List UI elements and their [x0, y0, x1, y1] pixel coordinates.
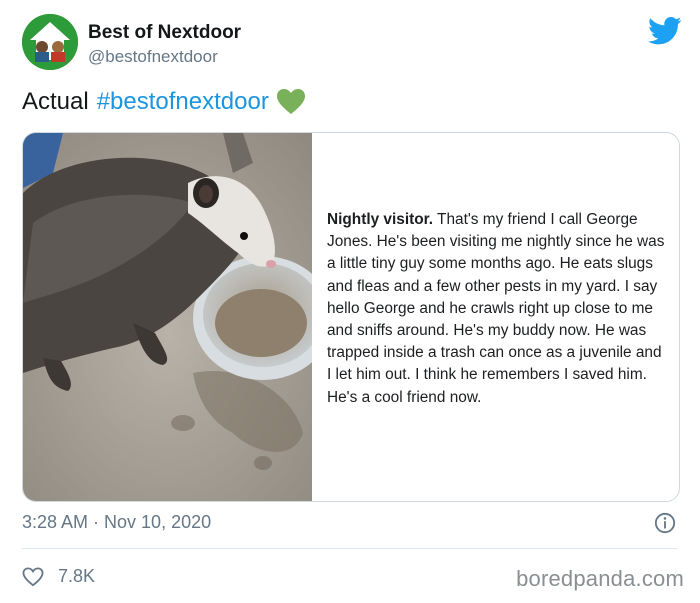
opossum-image [23, 133, 312, 501]
nextdoor-house-logo-icon [22, 14, 78, 70]
opossum-photo[interactable] [23, 133, 312, 501]
boredpanda-watermark: boredpanda.com [516, 566, 684, 591]
info-icon[interactable] [654, 512, 676, 534]
like-button[interactable]: 7.8K [22, 566, 95, 587]
post-text: Nightly visitor. That's my friend I call… [327, 209, 669, 409]
author-handle[interactable]: @bestofnextdoor [88, 47, 218, 67]
author-avatar[interactable] [22, 14, 78, 70]
post-body: That's my friend I call George Jones. He… [327, 211, 665, 406]
tweet-header: Best of Nextdoor @bestofnextdoor [22, 14, 682, 74]
timestamp-link[interactable]: 3:28 AM · Nov 10, 2020 [22, 512, 211, 533]
embedded-post-card[interactable]: Nightly visitor. That's my friend I call… [22, 132, 680, 502]
green-heart-icon [276, 89, 305, 114]
hashtag-link[interactable]: #bestofnextdoor [97, 88, 269, 116]
tweet-meta-row: 3:28 AM · Nov 10, 2020 [22, 512, 678, 536]
heart-outline-icon [22, 566, 44, 586]
tweet-text: Actual [22, 88, 89, 115]
twitter-bird-icon[interactable] [648, 16, 682, 46]
author-name[interactable]: Best of Nextdoor [88, 22, 241, 44]
divider [22, 548, 678, 549]
post-lead: Nightly visitor. [327, 211, 434, 228]
like-count: 7.8K [58, 566, 96, 586]
tweet-body: Actual #bestofnextdoor [22, 88, 305, 116]
